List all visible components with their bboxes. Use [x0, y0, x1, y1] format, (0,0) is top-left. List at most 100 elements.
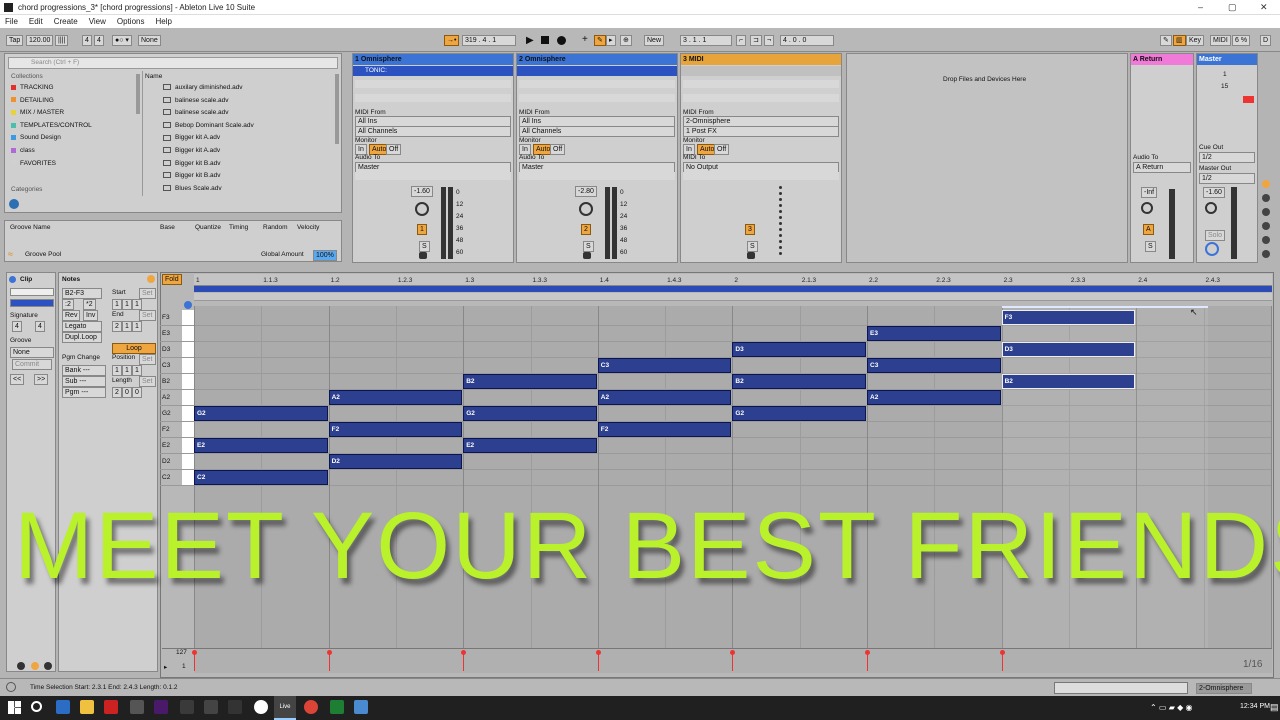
arm-icon[interactable] [583, 252, 591, 259]
collection-item[interactable]: MIX / MASTER [11, 109, 64, 116]
midi-note[interactable]: G2 [194, 406, 328, 421]
end-sixteenth[interactable]: 1 [132, 321, 142, 332]
zoom-icon[interactable] [184, 301, 192, 309]
length-beat[interactable]: 0 [122, 387, 132, 398]
master-title[interactable]: Master [1197, 54, 1257, 65]
clip-color-field[interactable] [10, 299, 54, 307]
master-pan-knob-icon[interactable] [1205, 202, 1217, 214]
clip-name-field[interactable] [10, 288, 54, 296]
velocity-stem[interactable] [194, 653, 195, 671]
file-item[interactable]: Bigger kit B.adv [163, 172, 221, 179]
app-icon-7[interactable] [354, 700, 368, 714]
start-sixteenth[interactable]: 1 [132, 299, 142, 310]
tray-icons[interactable]: ⌃ ▭ ▰ ◆ ◉ [1150, 703, 1192, 712]
piano-key[interactable]: D3 [160, 342, 194, 358]
invert-button[interactable]: Inv [83, 310, 99, 321]
track-volume[interactable]: -2.80 [575, 186, 597, 197]
midi-note[interactable]: E2 [194, 438, 328, 453]
piano-key[interactable]: C3 [160, 358, 194, 374]
piano-key[interactable]: B2 [160, 374, 194, 390]
velocity-stem[interactable] [732, 653, 734, 671]
close-icon[interactable]: ✕ [1260, 2, 1268, 13]
clip-slot-empty[interactable] [355, 80, 511, 88]
midi-note[interactable]: B2 [463, 374, 597, 389]
file-item[interactable]: Blues Scale.adv [163, 185, 222, 192]
position-sixteenth[interactable]: 1 [132, 365, 142, 376]
position-beat[interactable]: 1 [122, 365, 132, 376]
midi-note[interactable]: A2 [328, 390, 463, 405]
returns-toggle-icon[interactable] [1262, 208, 1270, 216]
piano-key[interactable]: D2 [160, 454, 194, 470]
track-title[interactable]: 2 Omnisphere [517, 54, 677, 65]
start-set-button[interactable]: Set [139, 288, 156, 299]
piano-key[interactable]: A2 [160, 390, 194, 406]
menu-help[interactable]: Help [155, 15, 171, 28]
piano-key[interactable]: E2 [160, 438, 194, 454]
tempo-field[interactable]: 120.00 [26, 35, 54, 46]
file-item[interactable]: balinese scale.adv [163, 97, 228, 104]
clip-slot[interactable]: TONIC: [353, 66, 513, 76]
piano-key[interactable]: F3 [160, 310, 194, 326]
start-icon[interactable] [8, 701, 21, 714]
cortana-icon[interactable] [31, 701, 42, 712]
record-icon[interactable] [557, 36, 566, 45]
nudge-back-icon[interactable]: << [10, 374, 25, 385]
collection-item[interactable]: TRACKING [11, 84, 54, 91]
notes-box-icon[interactable] [44, 662, 52, 670]
piano-key[interactable]: C2 [160, 470, 194, 486]
output-channel-select[interactable] [519, 172, 675, 180]
back-to-arr-icon[interactable]: ▸ [606, 35, 616, 46]
start-beat[interactable]: 1 [122, 299, 132, 310]
app-icon-5[interactable] [254, 700, 268, 714]
midi-note[interactable]: C3 [867, 358, 1001, 373]
pan-knob-icon[interactable] [1141, 202, 1153, 214]
monitor-off-button[interactable]: Off [386, 144, 402, 155]
monitor-off-button[interactable]: Off [550, 144, 566, 155]
collection-item[interactable]: TEMPLATES/CONTROL [11, 122, 92, 129]
master-out-select[interactable]: 1/2 [1199, 173, 1255, 184]
nudge-icon[interactable]: |||| [55, 35, 69, 46]
midi-note[interactable]: E3 [867, 326, 1001, 341]
signature-numerator[interactable]: 4 [12, 321, 22, 332]
file-item[interactable]: Bebop Dominant Scale.adv [163, 122, 254, 129]
midi-note[interactable]: G2 [463, 406, 597, 421]
premiere-icon[interactable] [154, 700, 168, 714]
clip-activator-icon[interactable] [9, 276, 16, 283]
sig-num[interactable]: 4 [82, 35, 92, 46]
files-scrollbar[interactable] [335, 74, 339, 144]
follow-button[interactable]: →• [444, 35, 460, 46]
app-icon-dark[interactable] [180, 700, 194, 714]
midi-note[interactable]: D3 [1001, 342, 1136, 357]
velocity-stem[interactable] [867, 653, 868, 671]
nudge-forward-icon[interactable]: >> [34, 374, 49, 385]
position-set-button[interactable]: Set [139, 354, 156, 365]
grid-resolution-label[interactable]: 1/16 [1243, 659, 1262, 670]
edge-icon[interactable] [56, 700, 70, 714]
loop-icon[interactable]: ⊐ [750, 35, 762, 46]
midi-channel-select[interactable]: 1 Post FX [683, 126, 839, 137]
end-beat[interactable]: 1 [122, 321, 132, 332]
arrangement-position[interactable]: 319 . 4 . 1 [462, 35, 516, 46]
length-set-button[interactable]: Set [139, 376, 156, 387]
midi-note[interactable]: G2 [732, 406, 866, 421]
notifications-icon[interactable]: ▤ [1270, 702, 1279, 713]
sub-select[interactable]: Sub --- [62, 376, 106, 387]
io-toggle-icon[interactable] [1262, 180, 1270, 188]
new-button[interactable]: New [644, 35, 665, 46]
collections-scrollbar[interactable] [136, 74, 140, 114]
return-audio-to-select[interactable]: A Return [1133, 162, 1191, 173]
velocity-handle[interactable] [326, 650, 332, 655]
sig-den[interactable]: 4 [94, 35, 104, 46]
return-a-activator[interactable]: A [1143, 224, 1154, 235]
arm-icon[interactable] [747, 252, 755, 259]
track-activator[interactable]: 2 [581, 224, 591, 235]
groove-pool-icon[interactable]: ≈ [8, 249, 13, 259]
computer-keys-icon[interactable]: ▥ [1173, 35, 1186, 46]
envelopes-box-icon[interactable] [31, 662, 39, 670]
collection-item[interactable]: class [11, 147, 35, 154]
time-ruler[interactable] [194, 274, 1272, 286]
midi-note[interactable]: F2 [597, 422, 732, 437]
end-set-button[interactable]: Set [139, 310, 156, 321]
drop-area[interactable]: Drop Files and Devices Here [846, 53, 1128, 263]
app-icon-3[interactable] [204, 700, 218, 714]
